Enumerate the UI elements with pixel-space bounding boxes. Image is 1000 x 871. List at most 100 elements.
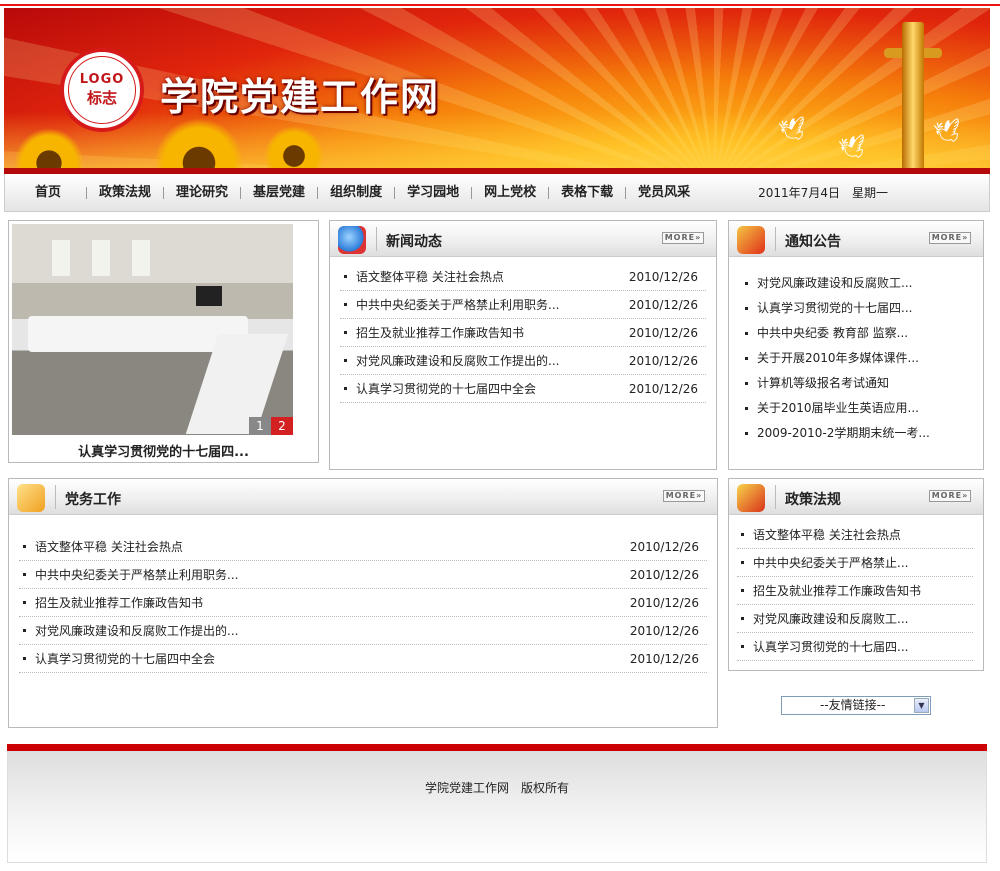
news-panel-header: 新闻动态 MORE» xyxy=(330,221,716,257)
nav-item-members[interactable]: 党员风采 xyxy=(625,186,702,199)
policy-title: 政策法规 xyxy=(785,492,841,508)
bullet-icon xyxy=(344,275,347,278)
nav-item-home[interactable]: 首页 xyxy=(5,186,86,199)
bullet-icon xyxy=(741,561,744,564)
list-item[interactable]: 语文整体平稳 关注社会热点 xyxy=(737,521,973,549)
bullet-icon xyxy=(741,645,744,648)
policy-more-button[interactable]: MORE» xyxy=(929,490,971,502)
list-item-title[interactable]: 中共中央纪委关于严格禁止利用职务... xyxy=(356,291,559,319)
list-item[interactable]: 对党风廉政建设和反腐败工作提出的... 2010/12/26 xyxy=(19,617,707,645)
list-item[interactable]: 认真学习贯彻党的十七届四... xyxy=(737,633,973,661)
list-item[interactable]: 中共中央纪委关于严格禁止利用职务... 2010/12/26 xyxy=(19,561,707,589)
slide-page-1[interactable]: 1 xyxy=(249,417,271,435)
bullet-icon xyxy=(344,359,347,362)
list-item[interactable]: 中共中央纪委关于严格禁止利用职务... 2010/12/26 xyxy=(340,291,706,319)
globe-icon xyxy=(338,226,366,254)
slide-page-2[interactable]: 2 xyxy=(271,417,293,435)
bullet-icon xyxy=(23,601,26,604)
bullet-icon xyxy=(23,545,26,548)
list-item-date: 2010/12/26 xyxy=(628,270,698,284)
list-item-title[interactable]: 招生及就业推荐工作廉政告知书 xyxy=(35,589,203,617)
list-item-date: 2010/12/26 xyxy=(629,596,699,610)
list-item-title[interactable]: 语文整体平稳 关注社会热点 xyxy=(356,263,504,291)
list-item[interactable]: 招生及就业推荐工作廉政告知书 2010/12/26 xyxy=(19,589,707,617)
list-item[interactable]: 语文整体平稳 关注社会热点 2010/12/26 xyxy=(19,533,707,561)
slideshow-caption[interactable]: 认真学习贯彻党的十七届四... xyxy=(9,441,318,460)
list-item-title[interactable]: 中共中央纪委关于严格禁止利用职务... xyxy=(35,561,238,589)
dove-icon: 🕊 xyxy=(932,117,964,148)
slideshow-pager: 1 2 xyxy=(249,417,293,435)
list-item[interactable]: 计算机等级报名考试通知 xyxy=(741,371,973,396)
list-item-date: 2010/12/26 xyxy=(629,540,699,554)
slideshow-image[interactable]: 1 2 xyxy=(12,224,293,435)
nav-item-online-school[interactable]: 网上党校 xyxy=(471,186,548,199)
bullet-icon xyxy=(344,331,347,334)
bullet-icon xyxy=(741,589,744,592)
list-item[interactable]: 招生及就业推荐工作廉政告知书 2010/12/26 xyxy=(340,319,706,347)
list-item[interactable]: 认真学习贯彻党的十七届四中全会 2010/12/26 xyxy=(340,375,706,403)
list-item-date: 2010/12/26 xyxy=(628,298,698,312)
bullet-icon xyxy=(741,617,744,620)
list-item-title[interactable]: 语文整体平稳 关注社会热点 xyxy=(35,533,183,561)
bullet-icon xyxy=(23,629,26,632)
footer-top-bar xyxy=(7,744,987,751)
list-item[interactable]: 招生及就业推荐工作廉政告知书 xyxy=(737,577,973,605)
list-item-title[interactable]: 对党风廉政建设和反腐败工作提出的... xyxy=(356,347,559,375)
list-item[interactable]: 中共中央纪委关于严格禁止... xyxy=(737,549,973,577)
header-separator xyxy=(376,227,377,251)
party-work-more-button[interactable]: MORE» xyxy=(663,490,705,502)
list-item[interactable]: 语文整体平稳 关注社会热点 2010/12/26 xyxy=(340,263,706,291)
list-item-title[interactable]: 招生及就业推荐工作廉政告知书 xyxy=(753,577,921,605)
list-item[interactable]: 认真学习贯彻党的十七届四... xyxy=(741,296,973,321)
nav-item-downloads[interactable]: 表格下载 xyxy=(548,186,625,199)
list-item-title[interactable]: 语文整体平稳 关注社会热点 xyxy=(753,521,901,549)
nav-item-study[interactable]: 学习园地 xyxy=(394,186,471,199)
list-item[interactable]: 关于2010届毕业生英语应用... xyxy=(741,396,973,421)
chevron-down-icon[interactable]: ▼ xyxy=(914,698,929,713)
list-item-title[interactable]: 认真学习贯彻党的十七届四... xyxy=(757,296,912,321)
list-item-title[interactable]: 招生及就业推荐工作廉政告知书 xyxy=(356,319,524,347)
list-item-title[interactable]: 中共中央纪委关于严格禁止... xyxy=(753,549,908,577)
list-item-title[interactable]: 中共中央纪委 教育部 监察... xyxy=(757,321,908,346)
news-more-button[interactable]: MORE» xyxy=(662,232,704,244)
site-title: 学院党建工作网 xyxy=(160,74,441,119)
bullet-icon xyxy=(745,432,748,435)
list-item-title[interactable]: 认真学习贯彻党的十七届四... xyxy=(753,633,908,661)
nav-item-organization[interactable]: 组织制度 xyxy=(317,186,394,199)
list-item[interactable]: 对党风廉政建设和反腐败工... xyxy=(741,271,973,296)
list-item-title[interactable]: 对党风廉政建设和反腐败工... xyxy=(753,605,908,633)
nav-item-theory[interactable]: 理论研究 xyxy=(163,186,240,199)
list-item-title[interactable]: 关于开展2010年多媒体课件... xyxy=(757,346,919,371)
list-item[interactable]: 关于开展2010年多媒体课件... xyxy=(741,346,973,371)
notice-more-button[interactable]: MORE» xyxy=(929,232,971,244)
list-item-title[interactable]: 对党风廉政建设和反腐败工... xyxy=(757,271,912,296)
list-item[interactable]: 中共中央纪委 教育部 监察... xyxy=(741,321,973,346)
list-item[interactable]: 对党风廉政建设和反腐败工... xyxy=(737,605,973,633)
policy-list: 语文整体平稳 关注社会热点 中共中央纪委关于严格禁止... 招生及就业推荐工作廉政告… xyxy=(737,521,973,661)
list-item-title[interactable]: 关于2010届毕业生英语应用... xyxy=(757,396,919,421)
book-icon xyxy=(737,484,765,512)
bullet-icon xyxy=(745,407,748,410)
nav-item-policy[interactable]: 政策法规 xyxy=(86,186,163,199)
list-item-date: 2010/12/26 xyxy=(628,326,698,340)
party-work-panel-header: 党务工作 MORE» xyxy=(9,479,717,515)
list-item-title[interactable]: 对党风廉政建设和反腐败工作提出的... xyxy=(35,617,238,645)
list-item-title[interactable]: 2009-2010-2学期期末统一考... xyxy=(757,421,930,446)
photo-window xyxy=(52,240,70,276)
friend-links-value: --友情链接-- xyxy=(820,698,886,712)
photo-screen xyxy=(196,286,222,306)
friend-links-select[interactable]: --友情链接-- ▼ xyxy=(781,696,931,715)
list-item[interactable]: 对党风廉政建设和反腐败工作提出的... 2010/12/26 xyxy=(340,347,706,375)
bullet-icon xyxy=(741,533,744,536)
list-item[interactable]: 2009-2010-2学期期末统一考... xyxy=(741,421,973,446)
main-nav: 首页 政策法规 理论研究 基层党建 组织制度 学习园地 网上党校 表格下载 党员… xyxy=(4,174,990,212)
notice-title: 通知公告 xyxy=(785,234,841,250)
dove-icon: 🕊 xyxy=(777,115,809,146)
list-item[interactable]: 认真学习贯彻党的十七届四中全会 2010/12/26 xyxy=(19,645,707,673)
list-item-title[interactable]: 计算机等级报名考试通知 xyxy=(757,371,889,396)
list-item-title[interactable]: 认真学习贯彻党的十七届四中全会 xyxy=(35,645,215,673)
current-date: 2011年7月4日 星期一 xyxy=(758,186,888,200)
footer-copyright: 学院党建工作网 版权所有 xyxy=(424,781,569,795)
nav-item-grassroots[interactable]: 基层党建 xyxy=(240,186,317,199)
list-item-title[interactable]: 认真学习贯彻党的十七届四中全会 xyxy=(356,375,536,403)
